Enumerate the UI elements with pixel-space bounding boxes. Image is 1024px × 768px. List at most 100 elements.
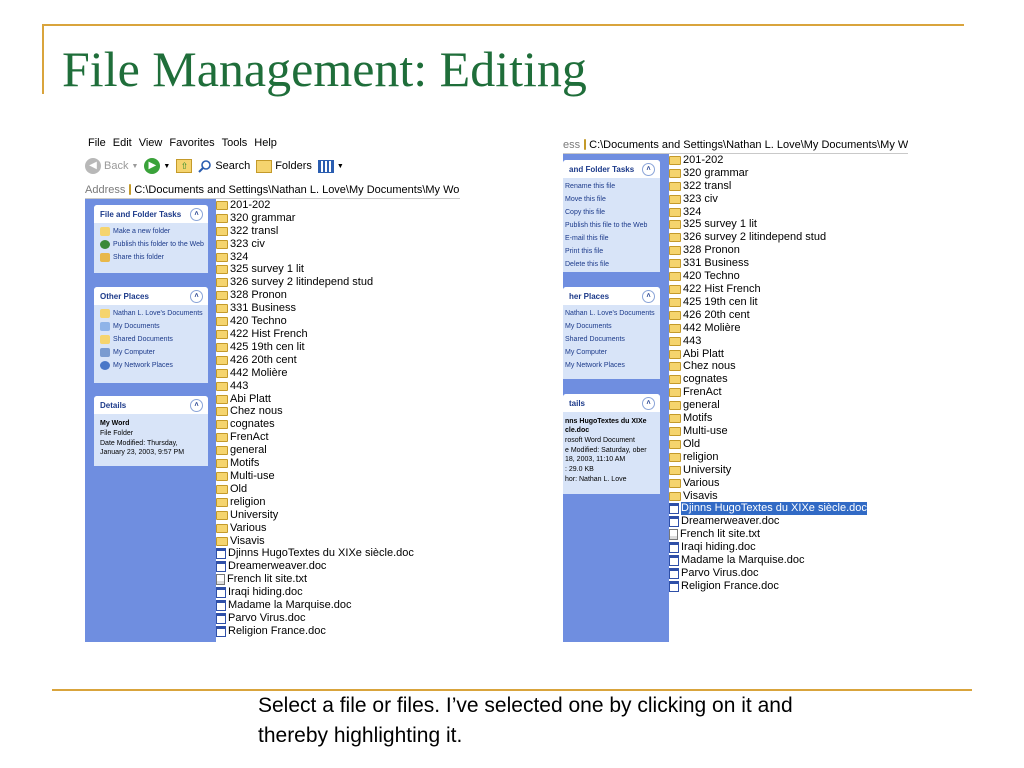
folder-item[interactable]: Multi-use <box>216 470 460 483</box>
folder-item[interactable]: 425 19th cen lit <box>216 341 460 354</box>
folder-item[interactable]: 325 survey 1 lit <box>216 263 460 277</box>
folder-item[interactable]: 328 Pronon <box>669 244 908 257</box>
folder-item[interactable]: 201-202 <box>669 154 908 167</box>
collapse-icon[interactable]: ˄ <box>642 396 655 410</box>
file-item[interactable]: Parvo Virus.doc <box>216 612 460 625</box>
folders-button[interactable]: Folders <box>256 159 312 173</box>
folder-item[interactable]: 422 Hist French <box>669 283 908 296</box>
folder-item[interactable]: religion <box>216 496 460 509</box>
menu-help[interactable]: Help <box>251 135 281 149</box>
collapse-icon[interactable]: ˄ <box>190 207 203 221</box>
task-publish-folder[interactable]: Publish this folder to the Web <box>100 240 204 249</box>
folder-item[interactable]: 324 <box>216 251 460 264</box>
folder-item[interactable]: 328 Pronon <box>216 289 460 302</box>
views-button[interactable]: ▼ <box>317 159 344 173</box>
folder-item[interactable]: Chez nous <box>669 360 908 374</box>
place-network[interactable]: My Network Places <box>100 361 204 370</box>
task-email-file[interactable]: E-mail this file <box>565 234 656 243</box>
file-folder-tasks-header[interactable]: File and Folder Tasks ˄ <box>94 205 208 223</box>
task-copy-file[interactable]: Copy this file <box>565 208 656 217</box>
file-item[interactable]: Parvo Virus.doc <box>669 567 908 580</box>
file-item[interactable]: Iraqi hiding.doc <box>216 586 460 599</box>
folder-item[interactable]: general <box>669 399 908 412</box>
folder-item[interactable]: University <box>216 509 460 522</box>
menu-view[interactable]: View <box>136 135 167 149</box>
folder-item[interactable]: 325 survey 1 lit <box>669 218 908 232</box>
file-item[interactable]: Iraqi hiding.doc <box>669 541 908 554</box>
folder-item[interactable]: Old <box>216 483 460 496</box>
menu-tools[interactable]: Tools <box>219 135 252 149</box>
folder-item[interactable]: 442 Molière <box>216 367 460 380</box>
file-item[interactable]: Religion France.doc <box>216 625 460 638</box>
folder-item[interactable]: Chez nous <box>216 405 460 419</box>
folder-item[interactable]: 331 Business <box>216 302 460 315</box>
folder-item[interactable]: 326 survey 2 litindepend stud <box>669 231 908 244</box>
folder-item[interactable]: Motifs <box>669 412 908 425</box>
folder-item[interactable]: 426 20th cent <box>216 354 460 367</box>
place-my-computer[interactable]: My Computer <box>100 348 204 357</box>
folder-item[interactable]: 425 19th cen lit <box>669 296 908 309</box>
up-folder-button[interactable]: ⇧ <box>176 159 193 173</box>
back-button[interactable]: ◀ Back ▼ <box>85 158 138 174</box>
file-item[interactable]: Dreamerweaver.doc <box>216 560 460 573</box>
folder-item[interactable]: 324 <box>669 206 908 219</box>
file-item[interactable]: French lit site.txt <box>216 573 460 586</box>
folder-item[interactable]: 420 Techno <box>669 270 908 283</box>
file-item[interactable]: Religion France.doc <box>669 580 908 593</box>
file-item[interactable]: Madame la Marquise.doc <box>669 554 908 567</box>
collapse-icon[interactable]: ˄ <box>190 398 203 412</box>
task-rename-file[interactable]: Rename this file <box>565 182 656 191</box>
folder-item[interactable]: Abi Platt <box>216 393 460 406</box>
file-folder-tasks-header[interactable]: and Folder Tasks ˄ <box>563 160 660 178</box>
folder-item[interactable]: Visavis <box>216 535 460 548</box>
folder-item[interactable]: 201-202 <box>216 199 460 212</box>
folder-item[interactable]: cognates <box>216 418 460 431</box>
file-item[interactable]: Dreamerweaver.doc <box>669 515 908 528</box>
task-make-new-folder[interactable]: Make a new folder <box>100 227 204 236</box>
place-shared-documents[interactable]: Shared Documents <box>565 335 656 344</box>
task-delete-file[interactable]: Delete this file <box>565 260 656 269</box>
place-my-computer[interactable]: My Computer <box>565 348 656 357</box>
folder-item[interactable]: 443 <box>216 380 460 393</box>
details-header[interactable]: Details ˄ <box>94 396 208 414</box>
folder-item[interactable]: 320 grammar <box>669 167 908 180</box>
folder-item[interactable]: 322 transl <box>669 180 908 193</box>
file-item[interactable]: French lit site.txt <box>669 528 908 541</box>
folder-item[interactable]: Old <box>669 438 908 451</box>
collapse-icon[interactable]: ˄ <box>642 289 655 303</box>
task-publish-file[interactable]: Publish this file to the Web <box>565 221 656 230</box>
folder-item[interactable]: 442 Molière <box>669 322 908 335</box>
folder-item[interactable]: Visavis <box>669 490 908 503</box>
search-button[interactable]: Search <box>198 159 250 173</box>
collapse-icon[interactable]: ˄ <box>642 162 655 176</box>
address-path[interactable]: C:\Documents and Settings\Nathan L. Love… <box>589 139 908 151</box>
place-my-documents[interactable]: My Documents <box>100 322 204 331</box>
folder-item[interactable]: cognates <box>669 373 908 386</box>
folder-item[interactable]: Various <box>669 477 908 490</box>
file-item[interactable]: Djinns HugoTextes du XIXe siècle.doc <box>216 547 460 560</box>
folder-item[interactable]: Various <box>216 522 460 535</box>
folder-item[interactable]: 420 Techno <box>216 315 460 328</box>
other-places-header[interactable]: her Places ˄ <box>563 287 660 305</box>
collapse-icon[interactable]: ˄ <box>190 289 203 303</box>
folder-item[interactable]: Motifs <box>216 457 460 470</box>
task-share-folder[interactable]: Share this folder <box>100 253 204 262</box>
place-user-documents[interactable]: Nathan L. Love's Documents <box>100 309 204 318</box>
forward-button[interactable]: ▶ ▼ <box>144 158 170 174</box>
folder-item[interactable]: University <box>669 464 908 477</box>
folder-item[interactable]: Multi-use <box>669 425 908 438</box>
folder-item[interactable]: 320 grammar <box>216 212 460 225</box>
folder-item[interactable]: FrenAct <box>216 431 460 444</box>
file-item[interactable]: Djinns HugoTextes du XIXe siècle.doc <box>669 502 908 516</box>
file-item[interactable]: Madame la Marquise.doc <box>216 599 460 612</box>
folder-item[interactable]: 323 civ <box>669 193 908 206</box>
menu-file[interactable]: File <box>85 135 110 149</box>
folder-item[interactable]: 422 Hist French <box>216 328 460 341</box>
place-my-documents[interactable]: My Documents <box>565 322 656 331</box>
folder-item[interactable]: 322 transl <box>216 225 460 238</box>
place-shared-documents[interactable]: Shared Documents <box>100 335 204 344</box>
folder-item[interactable]: 331 Business <box>669 257 908 270</box>
folder-item[interactable]: 323 civ <box>216 238 460 251</box>
other-places-header[interactable]: Other Places ˄ <box>94 287 208 305</box>
place-user-documents[interactable]: Nathan L. Love's Documents <box>565 309 656 318</box>
